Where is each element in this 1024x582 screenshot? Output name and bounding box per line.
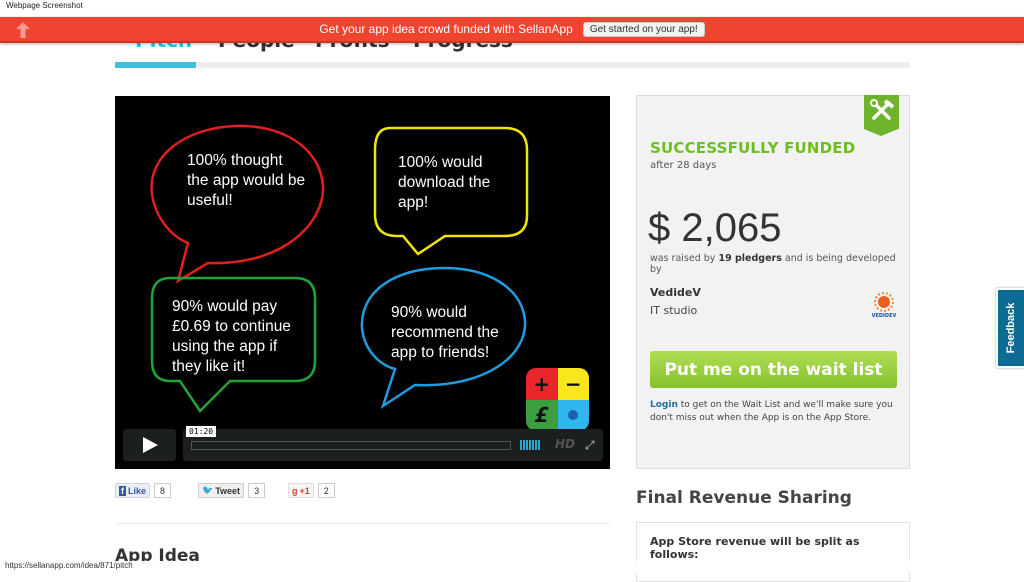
promo-banner: Get your app idea crowd funded with Sell… (0, 17, 1024, 43)
app-icon: + − £ (526, 368, 589, 431)
bubble-text-pay: 90% would pay £0.69 to continue using th… (172, 298, 291, 375)
wait-list-note: Login to get on the Wait List and we'll … (650, 399, 897, 425)
like-count: 8 (154, 483, 172, 498)
bubble-text-useful: 100% thought the app would be useful! (187, 152, 306, 209)
plus-icon: + (526, 368, 558, 400)
plus-one-count: 2 (317, 483, 335, 498)
status-bar-url: https://sellanapp.com/idea/871/pitch (0, 561, 1024, 573)
revenue-sharing-heading: Final Revenue Sharing (636, 488, 852, 508)
facebook-icon: f (119, 485, 126, 496)
volume-icon[interactable] (520, 440, 540, 450)
tweet-label: Tweet (215, 485, 241, 496)
plus-one-label: +1 (299, 485, 310, 496)
google-plus: g +1 2 (288, 483, 335, 498)
developer-type: IT studio (650, 304, 698, 317)
facebook-like-button[interactable]: f Like (115, 483, 151, 498)
pledger-count: 19 pledgers (718, 253, 782, 264)
developer-name[interactable]: VedideV (650, 286, 701, 299)
feedback-tab[interactable]: Feedback (996, 288, 1024, 368)
progress-track[interactable]: 01:20 (186, 426, 511, 450)
screenshot-label: Webpage Screenshot (6, 1, 83, 10)
video-controls: 01:20 HD ⤢ (123, 426, 603, 461)
funding-status: SUCCESSFULLY FUNDED (650, 139, 856, 157)
section-divider (115, 523, 610, 524)
bubble-text-recommend: 90% would recommend the app to friends! (391, 304, 499, 361)
revenue-card: App Store revenue will be split as follo… (636, 522, 910, 582)
piggy-bank-icon (557, 399, 589, 431)
funded-ribbon (864, 95, 899, 136)
minus-icon: − (557, 368, 589, 400)
google-plus-icon: g (292, 485, 298, 496)
bubble-text-download: 100% would download the app! (398, 154, 491, 211)
revenue-intro: App Store revenue will be split as follo… (650, 535, 860, 561)
hd-toggle[interactable]: HD (555, 437, 575, 451)
promo-message: Get your app idea crowd funded with Sell… (319, 22, 573, 36)
funding-card: SUCCESSFULLY FUNDED after 28 days $ 2,06… (636, 95, 910, 469)
tweet-button[interactable]: 🐦 Tweet (198, 483, 245, 498)
active-tab-indicator (115, 62, 196, 68)
wait-list-note-text: to get on the Wait List and we'll make s… (650, 400, 893, 423)
tools-icon (870, 99, 895, 120)
play-icon (143, 437, 158, 453)
pitch-video[interactable]: 100% thought the app would be useful! 10… (115, 96, 610, 469)
fullscreen-icon[interactable]: ⤢ (585, 438, 595, 453)
funding-duration: after 28 days (650, 160, 717, 171)
facebook-like: f Like 8 (115, 483, 172, 498)
tab-track (115, 62, 910, 68)
play-button[interactable] (123, 429, 176, 461)
google-plus-button[interactable]: g +1 (288, 483, 314, 498)
amount-raised: $ 2,065 (648, 206, 782, 250)
developer-logo-text: VEDIDEV (872, 313, 897, 318)
raised-prefix: was raised by (650, 253, 719, 264)
control-bar: 01:20 HD ⤢ (183, 426, 603, 461)
wait-list-button[interactable]: Put me on the wait list (650, 351, 897, 388)
get-started-button[interactable]: Get started on your app! (582, 21, 705, 37)
twitter-tweet: 🐦 Tweet 3 (198, 483, 266, 498)
raised-description: was raised by 19 pledgers and is being d… (650, 253, 909, 275)
feedback-label: Feedback (1005, 302, 1017, 354)
twitter-bird-icon: 🐦 (202, 485, 214, 495)
like-label: Like (128, 485, 147, 496)
login-link[interactable]: Login (650, 400, 678, 410)
pound-icon: £ (526, 399, 558, 431)
tweet-count: 3 (248, 483, 266, 498)
sun-logo-icon: VEDIDEV (872, 292, 897, 319)
scroll-up-arrow-icon[interactable] (16, 22, 30, 38)
developer-logo[interactable]: VEDIDEV (871, 292, 897, 319)
time-tooltip: 01:20 (186, 426, 217, 437)
